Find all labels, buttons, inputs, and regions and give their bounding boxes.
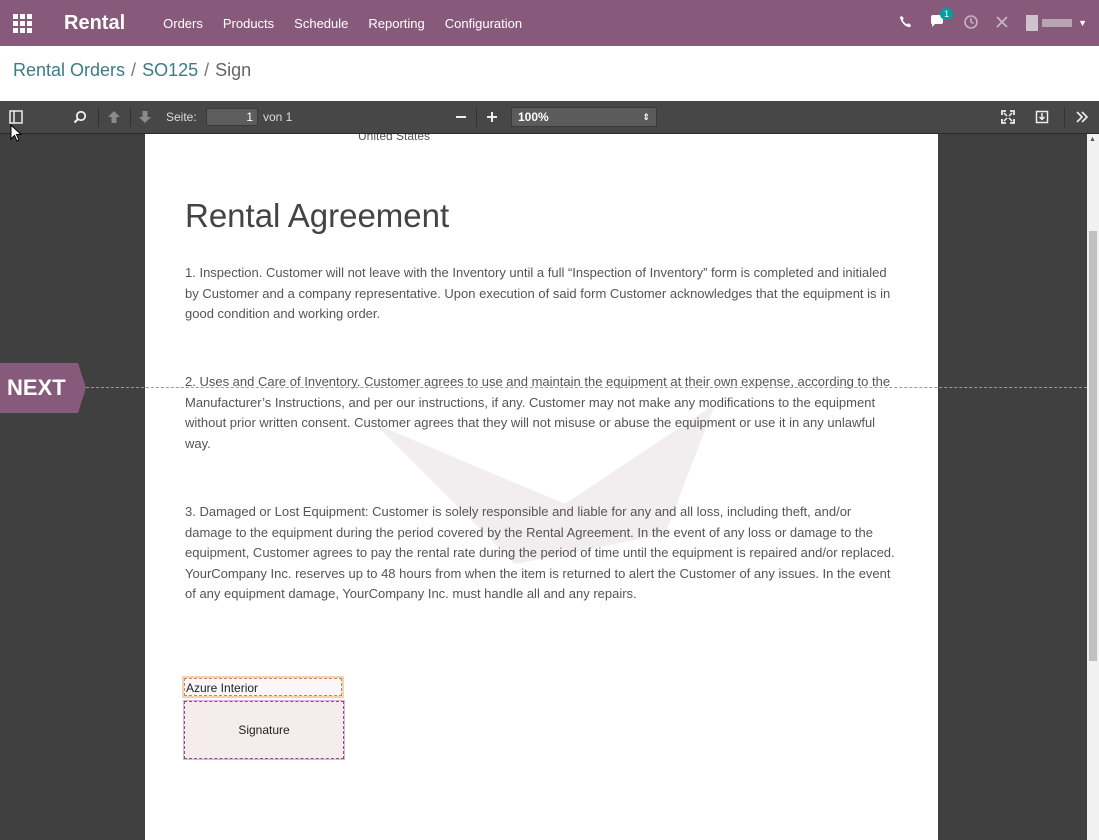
updown-icon: ⇕: [642, 112, 650, 122]
user-name-redacted: [1042, 19, 1073, 27]
address-line: United States: [358, 134, 431, 143]
breadcrumb-rental-orders[interactable]: Rental Orders: [13, 60, 125, 80]
control-panel: Rental Orders / SO125/Sign: [0, 46, 1099, 102]
pdf-page: United States Rental Agreement 1. Inspec…: [145, 134, 938, 840]
scrollbar-thumb[interactable]: [1089, 231, 1097, 661]
menu-configuration[interactable]: Configuration: [445, 16, 522, 31]
avatar: [1026, 15, 1039, 31]
next-guide-line: [86, 387, 1087, 388]
menu-orders[interactable]: Orders: [163, 16, 203, 31]
download-icon[interactable]: [1035, 101, 1049, 133]
pdf-viewer: Seite: 1 von 1 100% ⇕ United States Rent…: [0, 101, 1099, 840]
next-button[interactable]: NEXT: [0, 363, 86, 413]
paragraph-damaged-equipment: 3. Damaged or Lost Equipment: Customer i…: [185, 504, 895, 602]
arrow-down-icon[interactable]: [138, 101, 152, 133]
arrow-up-icon[interactable]: [107, 101, 121, 133]
menu-schedule[interactable]: Schedule: [294, 16, 348, 31]
clock-icon[interactable]: [964, 14, 978, 32]
breadcrumb: Rental Orders / SO125/Sign: [13, 60, 251, 81]
document-title: Rental Agreement: [185, 197, 450, 234]
pdf-toolbar: Seite: 1 von 1 100% ⇕: [0, 101, 1099, 134]
zoom-value: 100%: [518, 110, 549, 124]
menu-reporting[interactable]: Reporting: [368, 16, 424, 31]
zoom-select[interactable]: 100% ⇕: [511, 107, 657, 127]
search-icon[interactable]: [73, 101, 87, 133]
more-icon[interactable]: [1075, 101, 1089, 133]
menu-products[interactable]: Products: [223, 16, 274, 31]
zoom-out-icon[interactable]: [455, 101, 467, 133]
top-navbar: Rental Orders Products Schedule Reportin…: [0, 0, 1099, 46]
chat-icon[interactable]: 1: [930, 7, 954, 32]
scrollbar[interactable]: ▲: [1087, 134, 1099, 840]
breadcrumb-current: Sign: [215, 60, 252, 80]
chevron-down-icon: ▼: [1078, 18, 1087, 28]
zoom-in-icon[interactable]: [486, 101, 498, 133]
close-icon[interactable]: [996, 15, 1008, 31]
main-menu: Orders Products Schedule Reporting Confi…: [163, 16, 542, 31]
user-menu[interactable]: ▼: [1026, 15, 1087, 31]
name-field[interactable]: Azure Interior: [184, 678, 342, 696]
breadcrumb-separator: /: [131, 60, 137, 80]
page-number-input[interactable]: 1: [206, 108, 258, 126]
breadcrumb-separator: /: [204, 60, 210, 80]
signature-label: Signature: [238, 723, 290, 737]
signature-field[interactable]: Signature: [184, 701, 344, 759]
page-count: von 1: [263, 110, 293, 124]
breadcrumb-order[interactable]: SO125: [142, 60, 198, 80]
mouse-cursor-icon: [10, 124, 22, 142]
scroll-up-icon[interactable]: ▲: [1089, 136, 1096, 143]
page-label: Seite:: [166, 110, 197, 124]
app-title: Rental: [64, 11, 126, 34]
chat-badge: 1: [940, 7, 954, 20]
paragraph-uses-and-care: 2. Uses and Care of Inventory. Customer …: [185, 374, 891, 451]
phone-icon[interactable]: [899, 15, 912, 31]
fullscreen-icon[interactable]: [1001, 101, 1015, 133]
apps-icon[interactable]: [0, 0, 44, 46]
paragraph-inspection: 1. Inspection. Customer will not leave w…: [185, 265, 891, 322]
